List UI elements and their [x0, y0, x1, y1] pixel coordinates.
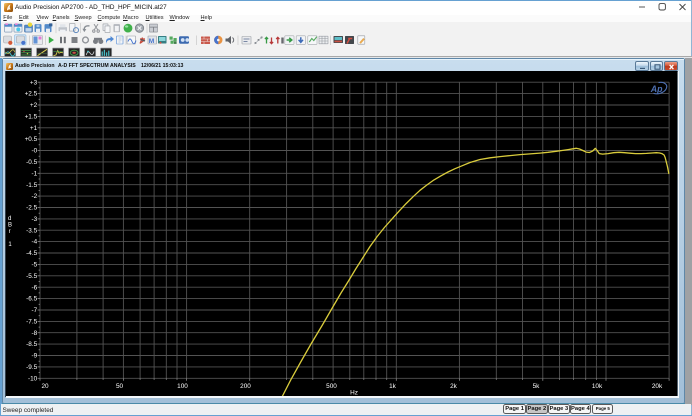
svg-text:-0: -0 [32, 148, 38, 155]
svg-text:-10: -10 [28, 375, 38, 382]
svg-text:20: 20 [41, 383, 49, 390]
svg-text:-8: -8 [32, 330, 38, 337]
svg-text:-7: -7 [32, 307, 38, 314]
svg-text:100: 100 [177, 383, 188, 390]
svg-text:+1.5: +1.5 [25, 114, 38, 121]
svg-text:+3: +3 [30, 79, 38, 86]
svg-text:-1.5: -1.5 [26, 182, 37, 189]
svg-text:d: d [8, 216, 11, 222]
svg-text:-3.5: -3.5 [26, 227, 37, 234]
svg-text:-5.5: -5.5 [26, 273, 37, 280]
svg-text:500: 500 [326, 383, 337, 390]
svg-text:-6.5: -6.5 [26, 296, 37, 303]
svg-text:10k: 10k [592, 383, 603, 390]
svg-text:+2.5: +2.5 [25, 91, 38, 98]
svg-text:+2: +2 [30, 102, 38, 109]
svg-text:-6: -6 [32, 284, 38, 291]
svg-text:Ap: Ap [650, 84, 663, 94]
svg-text:-7.5: -7.5 [26, 319, 37, 326]
svg-text:-2: -2 [32, 193, 38, 200]
svg-text:-0.5: -0.5 [26, 159, 37, 166]
svg-text:-1: -1 [32, 170, 38, 177]
svg-text:-2.5: -2.5 [26, 205, 37, 212]
svg-text:-9.5: -9.5 [26, 364, 37, 371]
svg-text:-4: -4 [32, 239, 38, 246]
svg-text:20k: 20k [652, 383, 663, 390]
svg-text:r: r [9, 229, 11, 235]
svg-text:5k: 5k [533, 383, 541, 390]
svg-text:-9: -9 [32, 353, 38, 360]
svg-text:-8.5: -8.5 [26, 341, 37, 348]
svg-text:200: 200 [240, 383, 251, 390]
svg-text:-4.5: -4.5 [26, 250, 37, 257]
svg-text:-5: -5 [32, 262, 38, 269]
svg-text:1k: 1k [389, 383, 397, 390]
svg-text:+1: +1 [30, 125, 38, 132]
svg-text:-3: -3 [32, 216, 38, 223]
svg-text:2k: 2k [450, 383, 458, 390]
svg-text:B: B [8, 222, 12, 228]
svg-text:+0.5: +0.5 [25, 136, 38, 143]
svg-text:50: 50 [116, 383, 124, 390]
